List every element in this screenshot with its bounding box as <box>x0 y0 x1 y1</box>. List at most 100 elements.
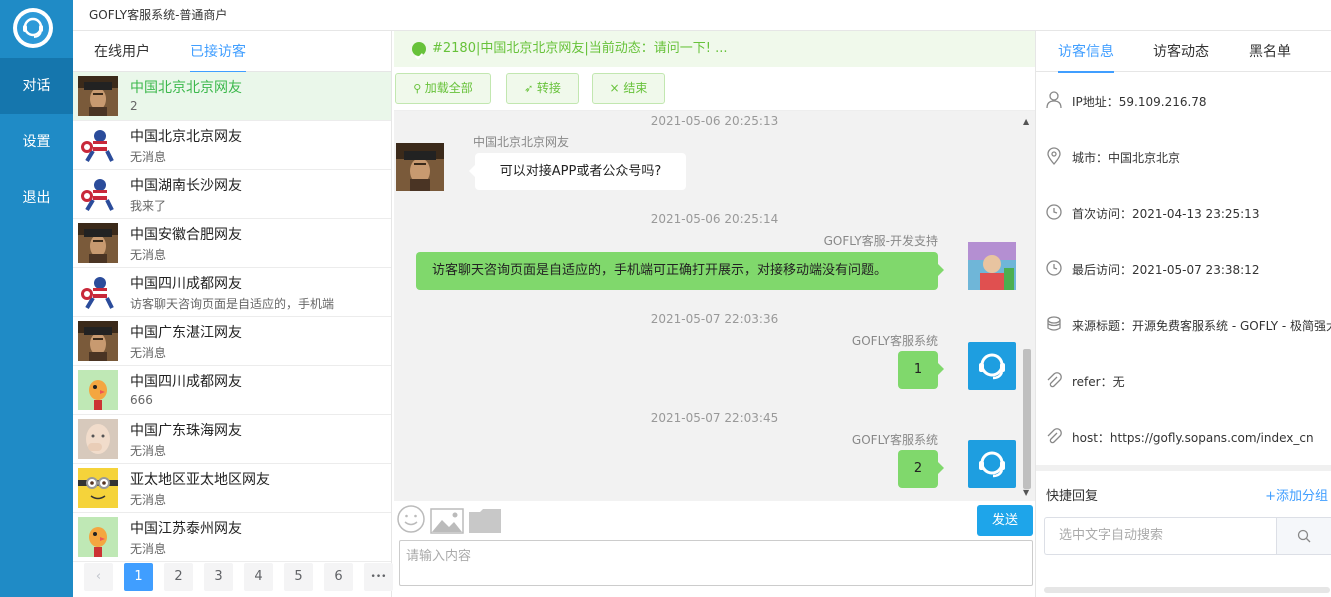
message-sender: GOFLY客服-开发支持 <box>823 234 938 248</box>
nav-logout[interactable]: 退出 <box>0 170 73 226</box>
tab-served-visitors[interactable]: 已接访客 <box>190 31 246 73</box>
visitor-list: 中国北京北京网友 2 中国北京北京网友 无消息 中国湖南长沙网友 我来了 中国安徽合肥网友无… <box>73 72 391 562</box>
tab-visitor-info[interactable]: 访客信息 <box>1058 31 1114 73</box>
input-toolbar: 发送 <box>394 501 1035 537</box>
page-button[interactable]: 6 <box>324 563 353 591</box>
visitor-avatar <box>396 143 444 191</box>
clock-icon <box>1046 204 1062 220</box>
info-last-visit: 最后访问：2021-05-07 23:38:12 <box>1046 259 1331 279</box>
horizontal-scrollbar[interactable] <box>1044 587 1330 593</box>
send-arrow-icon: ➶ <box>524 82 537 95</box>
page-button[interactable]: 3 <box>204 563 233 591</box>
info-first-visit-text: 首次访问：2021-04-13 23:25:13 <box>1072 207 1260 221</box>
visitor-list-item[interactable]: 中国北京北京网友 2 <box>73 72 391 121</box>
message-bubble: 访客聊天咨询页面是自适应的，手机端可正确打开展示，对接移动端没有问题。 <box>416 252 944 290</box>
message-time: 2021-05-06 20:25:13 <box>650 114 779 128</box>
message-sender: 中国北京北京网友 <box>473 135 570 149</box>
info-ip: IP地址：59.109.216.78 <box>1046 91 1331 111</box>
scroll-thumb[interactable] <box>1023 349 1031 489</box>
tab-blacklist[interactable]: 黑名单 <box>1249 31 1291 72</box>
visitor-list-item[interactable]: 中国湖南长沙网友 我来了 <box>73 170 391 219</box>
image-icon[interactable] <box>430 508 464 538</box>
end-chat-button[interactable]: × 结束 <box>592 73 665 104</box>
app-root: 对话 设置 退出 GOFLY客服系统-普通商户 在线用户 已接访客 中国北京北京… <box>0 0 1331 597</box>
chat-scrollbar[interactable]: ▲ ▼ <box>1023 117 1031 497</box>
scroll-up-icon[interactable]: ▲ <box>1023 117 1029 126</box>
visitor-last-message: 无消息 <box>130 444 167 458</box>
visitor-avatar <box>78 174 118 214</box>
visitor-list-item[interactable]: 中国北京北京网友 无消息 <box>73 121 391 170</box>
visitor-avatar <box>78 321 118 361</box>
user-icon <box>1046 91 1062 109</box>
clock-icon <box>1046 260 1062 276</box>
tab-visitor-activity[interactable]: 访客动态 <box>1153 31 1209 72</box>
message-time: 2021-05-07 22:03:45 <box>650 411 779 425</box>
transfer-label: 转接 <box>536 81 561 95</box>
info-first-visit: 首次访问：2021-04-13 23:25:13 <box>1046 203 1331 223</box>
visitor-name: 中国江苏泰州网友 <box>130 521 242 537</box>
more-pages-button[interactable]: ••• <box>364 563 393 591</box>
visitor-info-panel: 访客信息 访客动态 黑名单 IP地址：59.109.216.78 城市：中国北京… <box>1035 31 1331 597</box>
main-nav: 对话 设置 退出 <box>0 0 73 597</box>
visitor-list-item[interactable]: 中国四川成都网友 666 <box>73 366 391 415</box>
search-button[interactable] <box>1276 517 1331 555</box>
visitor-last-message: 无消息 <box>130 542 167 556</box>
scroll-down-icon[interactable]: ▼ <box>1023 488 1029 497</box>
message-bubble: 2 <box>898 450 944 488</box>
visitor-last-message: 我来了 <box>130 199 167 213</box>
nav-chat[interactable]: 对话 <box>0 58 73 114</box>
check-circle-icon <box>412 42 426 60</box>
logo <box>13 8 53 48</box>
visitor-list-item[interactable]: 中国江苏泰州网友 无消息 <box>73 513 391 562</box>
visitor-list-item[interactable]: 中国广东湛江网友 无消息 <box>73 317 391 366</box>
end-label: 结束 <box>623 81 648 95</box>
chat-header-text: #2180|中国北京北京网友|当前动态：请问一下! ... <box>432 41 728 56</box>
visitor-avatar <box>78 370 118 410</box>
message-time: 2021-05-06 20:25:14 <box>650 212 779 226</box>
visitor-list-item[interactable]: 中国广东珠海网友 无消息 <box>73 415 391 464</box>
quick-reply-search-input[interactable]: 选中文字自动搜索 <box>1044 517 1276 555</box>
tab-online-users[interactable]: 在线用户 <box>94 31 150 72</box>
page-button[interactable]: 2 <box>164 563 193 591</box>
emoji-icon[interactable] <box>396 504 426 538</box>
add-group-button[interactable]: +添加分组 <box>1265 485 1328 504</box>
page-button[interactable]: 1 <box>124 563 153 591</box>
quick-reply-title: 快捷回复 <box>1046 489 1099 504</box>
transfer-button[interactable]: ➶ 转接 <box>506 73 579 104</box>
visitor-avatar <box>78 125 118 165</box>
load-all-button[interactable]: ⚲ 加载全部 <box>395 73 491 104</box>
visitor-avatar <box>78 223 118 263</box>
visitor-list-item[interactable]: 亚太地区亚太地区网友 无消息 <box>73 464 391 513</box>
chat-header: #2180|中国北京北京网友|当前动态：请问一下! ... <box>394 31 1035 67</box>
visitor-avatar <box>78 272 118 312</box>
page-button[interactable]: 4 <box>244 563 273 591</box>
info-source: 来源标题：开源免费客服系统 - GOFLY - 极简强大 <box>1046 315 1331 335</box>
prev-page-button[interactable]: ‹ <box>84 563 113 591</box>
message-bubble: 可以对接APP或者公众号吗? <box>469 153 686 190</box>
visitor-avatar <box>78 76 118 116</box>
visitor-list-item[interactable]: 中国四川成都网友 访客聊天咨询页面是自适应的，手机端 <box>73 268 391 317</box>
nav-settings[interactable]: 设置 <box>0 114 73 170</box>
visitor-list-item[interactable]: 中国安徽合肥网友 无消息 <box>73 219 391 268</box>
visitor-name: 中国北京北京网友 <box>130 129 242 145</box>
message-area[interactable]: 2021-05-06 20:25:13 中国北京北京网友 可以对接APP或者公众… <box>394 111 1035 501</box>
paperclip-icon <box>1047 428 1062 444</box>
visitor-last-message: 无消息 <box>130 150 167 164</box>
send-button[interactable]: 发送 <box>977 505 1033 536</box>
info-last-visit-text: 最后访问：2021-05-07 23:38:12 <box>1072 263 1260 277</box>
agent-avatar <box>968 242 1016 290</box>
info-host-text: host：https://gofly.sopans.com/index_cn <box>1072 431 1314 445</box>
page-button[interactable]: 5 <box>284 563 313 591</box>
source-icon <box>1047 316 1061 331</box>
visitor-last-message: 2 <box>130 99 138 113</box>
message-input[interactable]: 请输入内容 <box>399 540 1033 586</box>
app-title: GOFLY客服系统-普通商户 <box>73 0 1331 31</box>
message-sender: GOFLY客服系统 <box>851 334 938 348</box>
visitor-last-message: 访客聊天咨询页面是自适应的，手机端 <box>130 297 335 311</box>
pagination: ‹ 1 2 3 4 5 6 ••• <box>73 563 393 593</box>
headset-logo-icon <box>17 12 49 44</box>
chat-toolbar: ⚲ 加载全部 ➶ 转接 × 结束 <box>394 67 1035 111</box>
visitor-name: 中国湖南长沙网友 <box>130 178 242 194</box>
folder-icon[interactable] <box>468 508 502 538</box>
info-ip-text: IP地址：59.109.216.78 <box>1072 95 1207 109</box>
